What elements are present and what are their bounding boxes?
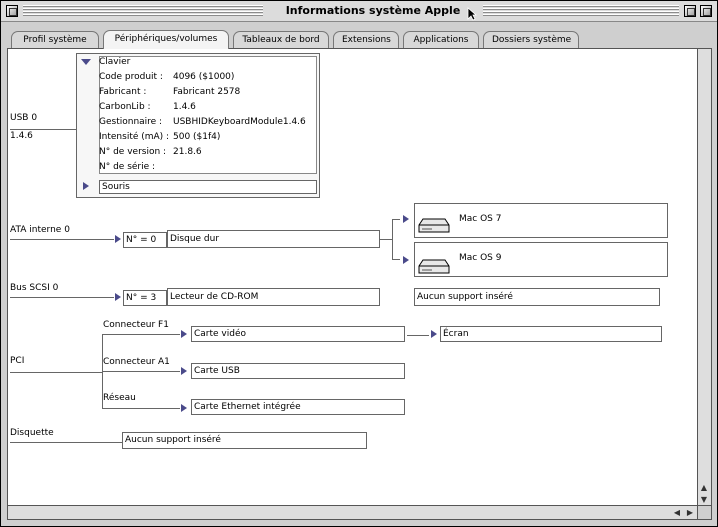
title-bar-stripes [23, 5, 263, 17]
volume-name: Mac OS 7 [459, 214, 502, 224]
vertical-scrollbar[interactable]: ▲ ▼ [698, 48, 712, 506]
collapse-box-icon[interactable] [700, 5, 712, 17]
disclosure-triangle-icon[interactable] [181, 330, 187, 338]
title-bar-stripes [483, 5, 679, 17]
usb-bus-version: 1.4.6 [10, 131, 33, 141]
pci-bus-label: PCI [10, 356, 25, 366]
keyboard-field: Fabricant : Fabricant 2578 [99, 87, 241, 97]
keyboard-field: N° de série : [99, 162, 156, 172]
floppy-bus-label: Disquette [10, 428, 54, 438]
device-tree: USB 0 1.4.6 Clavier Code produit :4096 (… [7, 48, 698, 506]
disclosure-triangle-icon[interactable] [115, 235, 121, 243]
pci-card-video[interactable]: Carte vidéo [191, 326, 405, 342]
disclosure-triangle-icon[interactable] [83, 182, 89, 190]
tab-applications[interactable]: Applications [403, 31, 479, 48]
disclosure-triangle-icon[interactable] [81, 59, 91, 65]
connector-line [102, 334, 180, 335]
horizontal-scrollbar[interactable]: ◀ ▶ [7, 506, 698, 520]
scroll-arrow-icon[interactable]: ▲ [698, 481, 710, 493]
keyboard-field: Code produit :4096 ($1000) [99, 72, 235, 82]
connector-line [392, 219, 400, 220]
tab-peripheriques-volumes[interactable]: Périphériques/volumes [103, 30, 229, 49]
pci-slot-label: Réseau [103, 393, 136, 403]
connector-line [392, 259, 400, 260]
scsi-bus-label: Bus SCSI 0 [10, 283, 59, 293]
close-box-icon[interactable] [6, 5, 18, 17]
usb-bus-label: USB 0 [10, 113, 38, 123]
connector-line [392, 219, 393, 259]
pci-slot-label: Connecteur A1 [103, 357, 170, 367]
disclosure-triangle-icon[interactable] [431, 330, 437, 338]
tab-profil-systeme[interactable]: Profil système [11, 31, 99, 48]
mouse-item[interactable]: Souris [99, 180, 317, 194]
pci-slot-label: Connecteur F1 [103, 320, 169, 330]
connector-line [102, 371, 180, 372]
window-title: Informations système Apple [266, 4, 480, 18]
disclosure-triangle-icon[interactable] [181, 367, 187, 375]
connector-line [407, 335, 429, 336]
connector-line [102, 408, 180, 409]
app-window: Informations système Apple Profil systèm… [0, 0, 718, 527]
scsi-device-id: N° = 3 [123, 290, 167, 306]
ata-bus-label: ATA interne 0 [10, 225, 70, 235]
disclosure-triangle-icon[interactable] [403, 215, 409, 223]
connector-line [10, 239, 114, 240]
keyboard-field: Intensité (mA) :500 ($1f4) [99, 132, 221, 142]
tab-tableaux-de-bord[interactable]: Tableaux de bord [233, 31, 329, 48]
scroll-arrow-icon[interactable]: ▶ [684, 506, 696, 518]
usb-device-panel: Clavier Code produit :4096 ($1000) Fabri… [76, 53, 320, 198]
disclosure-triangle-icon[interactable] [181, 404, 187, 412]
display-device[interactable]: Écran [440, 326, 662, 342]
keyboard-field: N° de version :21.8.6 [99, 147, 202, 157]
keyboard-field: Gestionnaire : USBHIDKeyboardModule1.4.6 [99, 117, 306, 127]
grow-box-icon[interactable] [698, 506, 712, 520]
scsi-media-status: Aucun support inséré [414, 288, 660, 306]
disclosure-triangle-icon[interactable] [403, 256, 409, 264]
keyboard-name: Clavier [99, 57, 131, 67]
keyboard-field: CarbonLib :1.4.6 [99, 102, 196, 112]
pci-card-ethernet[interactable]: Carte Ethernet intégrée [191, 399, 405, 415]
volume-name: Mac OS 9 [459, 253, 502, 263]
title-bar[interactable]: Informations système Apple [1, 1, 717, 22]
ata-device-id: N° = 0 [123, 232, 167, 248]
connector-line [10, 442, 122, 443]
disclosure-triangle-icon[interactable] [115, 293, 121, 301]
tab-dossiers-systeme[interactable]: Dossiers système [483, 31, 579, 48]
connector-line [10, 129, 76, 130]
cursor-icon [467, 7, 477, 21]
scsi-device-box[interactable]: Lecteur de CD-ROM [167, 288, 380, 306]
hard-disk-icon [418, 259, 450, 274]
connector-line [380, 239, 392, 240]
floppy-media-status: Aucun support inséré [122, 432, 367, 449]
volume-mac-os-9[interactable] [414, 242, 668, 277]
tab-extensions[interactable]: Extensions [333, 31, 399, 48]
ata-device-box[interactable]: Disque dur [167, 230, 380, 248]
pci-card-usb[interactable]: Carte USB [191, 363, 405, 379]
volume-mac-os-7[interactable] [414, 203, 668, 238]
zoom-box-icon[interactable] [684, 5, 696, 17]
connector-line [10, 297, 114, 298]
connector-line [10, 372, 102, 373]
scroll-arrow-icon[interactable]: ◀ [671, 506, 683, 518]
hard-disk-icon [418, 218, 450, 233]
scroll-arrow-icon[interactable]: ▼ [698, 493, 710, 505]
